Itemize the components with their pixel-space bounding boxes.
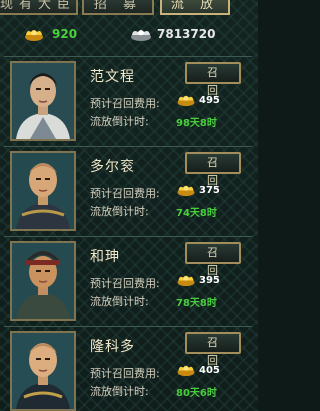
minister-card: 多尔衮 召 回 预计召回费用: 375 流放倒计时: 74天8时 — [4, 146, 252, 232]
recall-cost-value: 395 — [199, 275, 220, 286]
gold-ingot-icon — [25, 30, 43, 41]
resource-bar: 920 7813720 — [0, 22, 258, 46]
recall-button[interactable]: 召 回 — [185, 62, 241, 97]
gold-ingot-icon — [177, 185, 195, 197]
exile-countdown-label: 流放倒计时: — [90, 295, 149, 308]
tab-recruit[interactable]: 招 募 — [82, 0, 154, 15]
tab-exile[interactable]: 流 放 — [160, 0, 230, 15]
gold-amount: 920 — [52, 27, 78, 41]
gold-ingot-icon — [177, 275, 195, 287]
recall-cost-label: 预计召回费用: — [90, 187, 160, 200]
exile-countdown-value: 78天8时 — [176, 298, 217, 309]
minister-name: 多尔衮 — [90, 159, 135, 175]
silver-ingot-icon — [131, 30, 151, 41]
recall-button[interactable]: 召 回 — [185, 332, 241, 367]
tab-bar: 现有大臣 招 募 流 放 — [0, 0, 258, 16]
recall-button[interactable]: 召 回 — [185, 152, 241, 187]
minister-portrait — [10, 151, 76, 231]
exile-countdown-value: 74天8时 — [176, 208, 217, 219]
recall-cost-value: 375 — [199, 185, 220, 196]
exile-countdown-value: 80天6时 — [176, 388, 217, 399]
minister-card: 和珅 召 回 预计召回费用: 395 流放倒计时: 78天8时 — [4, 236, 252, 322]
minister-name: 范文程 — [90, 69, 135, 85]
minister-portrait — [10, 61, 76, 141]
gold-ingot-icon — [177, 95, 195, 107]
exile-countdown-value: 98天8时 — [176, 118, 217, 129]
recall-cost-label: 预计召回费用: — [90, 97, 160, 110]
recall-cost-value: 405 — [199, 365, 220, 376]
recall-cost-value: 495 — [199, 95, 220, 106]
recall-cost-label: 预计召回费用: — [90, 277, 160, 290]
minister-portrait — [10, 241, 76, 321]
recall-cost-label: 预计召回费用: — [90, 367, 160, 380]
silver-amount: 7813720 — [157, 27, 216, 41]
recall-button[interactable]: 召 回 — [185, 242, 241, 277]
exile-countdown-label: 流放倒计时: — [90, 115, 149, 128]
minister-portrait — [10, 331, 76, 411]
minister-name: 和珅 — [90, 249, 120, 265]
minister-card: 隆科多 召 回 预计召回费用: 405 流放倒计时: 80天6时 — [4, 326, 252, 411]
minister-name: 隆科多 — [90, 339, 135, 355]
minister-card: 范文程 召 回 预计召回费用: 495 流放倒计时: 98天8时 — [4, 56, 252, 142]
tab-current-ministers[interactable]: 现有大臣 — [0, 0, 78, 15]
gold-ingot-icon — [177, 365, 195, 377]
exile-countdown-label: 流放倒计时: — [90, 205, 149, 218]
exile-countdown-label: 流放倒计时: — [90, 385, 149, 398]
